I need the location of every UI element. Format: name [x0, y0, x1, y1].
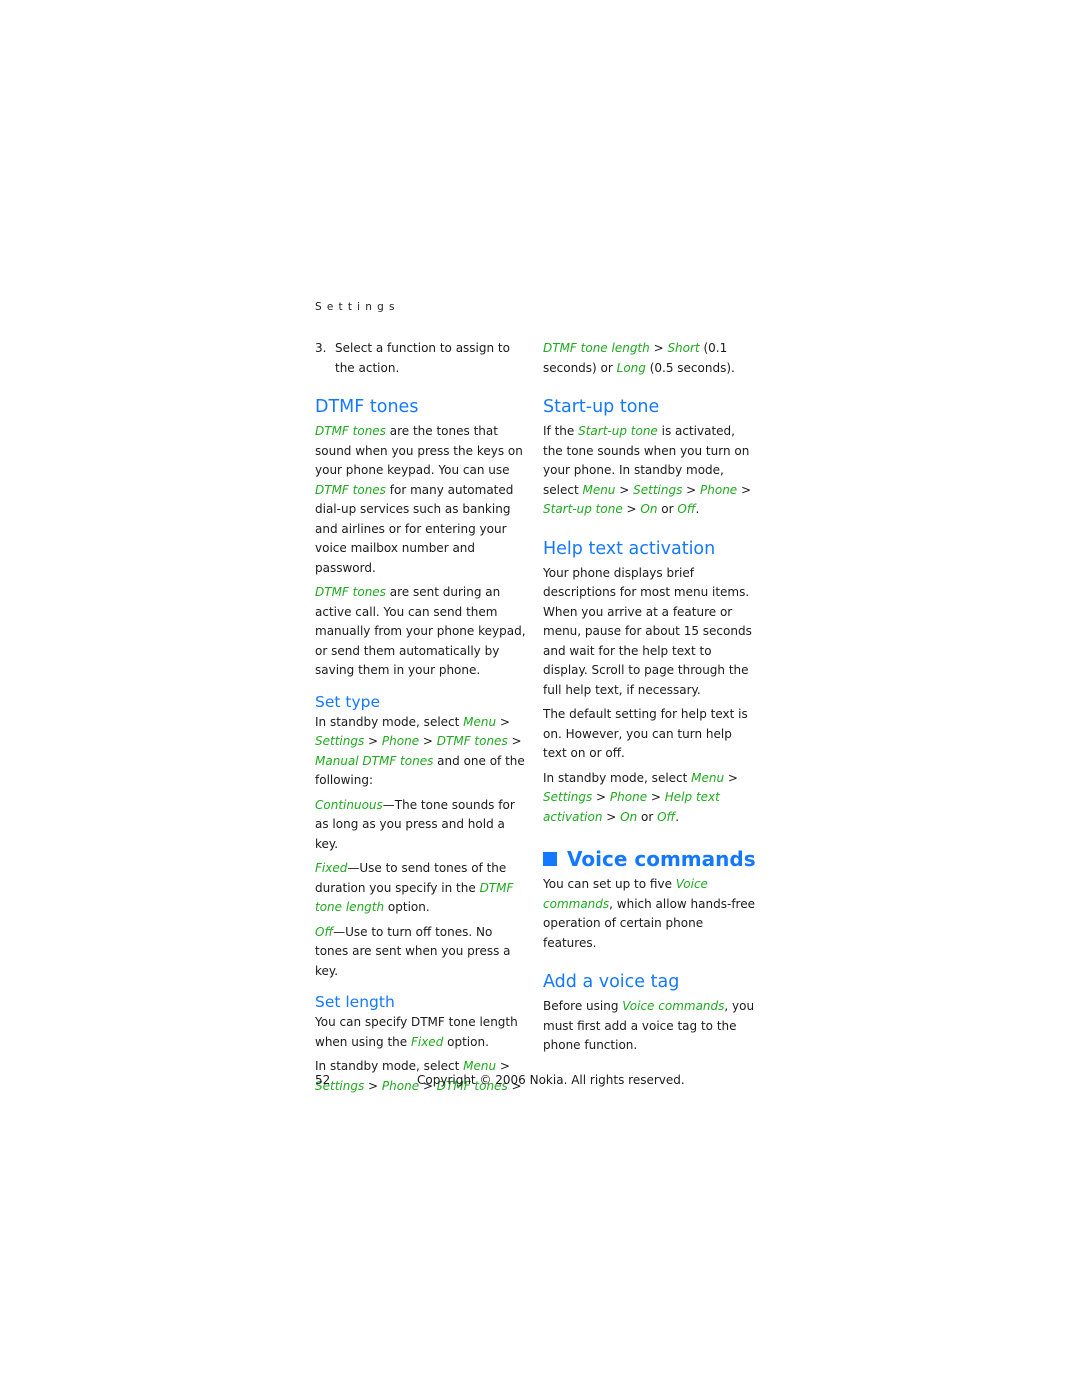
text-run: option. [443, 1034, 489, 1049]
text-run: or [657, 502, 678, 516]
text-run: > [364, 1078, 382, 1093]
step-text: Select a function to assign to the actio… [335, 341, 510, 375]
menu-term: Settings [315, 734, 365, 748]
option-fixed: Fixed—Use to send tones of the duration … [315, 859, 529, 918]
step-number: 3. [315, 341, 327, 355]
start-up-tone-paragraph: If the Start-up tone is activated, the t… [543, 422, 757, 520]
menu-term: Fixed [410, 1034, 444, 1049]
menu-term: On [620, 809, 638, 824]
menu-term: Phone [700, 482, 738, 497]
text-run: > [496, 714, 510, 729]
voice-commands-paragraph: You can set up to five Voice commands, w… [543, 875, 757, 953]
menu-term: Short [667, 341, 700, 355]
help-text-heading: Help text activation [543, 538, 716, 559]
text-run: or [637, 809, 658, 824]
help-text-paragraph-1: Your phone displays brief descriptions f… [543, 565, 752, 697]
text-run: > [647, 790, 665, 804]
text-run: > [649, 341, 668, 355]
option-continuous: Continuous—The tone sounds for as long a… [315, 796, 529, 855]
menu-term: Manual DTMF tones [315, 753, 434, 768]
copyright: Copyright © 2006 Nokia. All rights reser… [417, 1073, 685, 1087]
tone-length-continuation: DTMF tone length > Short (0.1 seconds) o… [543, 339, 757, 378]
start-up-tone-heading: Start-up tone [543, 397, 660, 417]
dtmf-paragraph-1: DTMF tones are the tones that sound when… [315, 422, 529, 578]
menu-term: Off [315, 924, 334, 939]
set-type-heading: Set type [315, 692, 381, 711]
menu-term: DTMF tones [436, 734, 508, 748]
menu-term: Phone [609, 790, 648, 804]
text-run: In standby mode, select [315, 1059, 464, 1073]
set-type-path: In standby mode, select Menu > Settings … [315, 713, 529, 791]
menu-term: Off [677, 502, 696, 516]
menu-term: DTMF tones [315, 482, 386, 497]
text-run: —Use to turn off tones. No tones are sen… [315, 924, 511, 978]
section-square-icon [543, 852, 557, 866]
help-text-path: In standby mode, select Menu > Settings … [543, 769, 757, 828]
text-run: (0.5 seconds). [645, 360, 735, 375]
text-run: > [496, 1059, 510, 1073]
page-number: 52 [315, 1073, 331, 1087]
menu-term: Settings [543, 790, 593, 804]
menu-term: DTMF tone length [543, 341, 650, 355]
text-run: > [737, 482, 752, 497]
running-head: Settings [315, 301, 400, 313]
voice-commands-heading: Voice commands [543, 847, 757, 871]
menu-term: Start-up tone [543, 502, 623, 516]
menu-term: Continuous [315, 797, 383, 812]
set-length-heading: Set length [315, 993, 395, 1011]
dtmf-paragraph-2: DTMF tones are sent during an active cal… [315, 583, 529, 681]
left-column: 3. Select a function to assign to the ac… [315, 339, 529, 1101]
menu-term: Menu [582, 482, 616, 497]
menu-term: Long [616, 360, 646, 375]
text-run: > [724, 770, 738, 785]
menu-term: DTMF tones [315, 424, 386, 438]
voice-commands-title: Voice commands [567, 847, 756, 871]
menu-term: Menu [691, 770, 725, 785]
text-run: . [675, 809, 680, 824]
right-column: DTMF tone length > Short (0.1 seconds) o… [543, 339, 757, 1061]
text-run: option. [384, 900, 430, 914]
text-run: > [507, 734, 522, 748]
text-run: If the [543, 424, 579, 438]
text-run: You can set up to five [543, 877, 676, 891]
option-off: Off—Use to turn off tones. No tones are … [315, 923, 529, 982]
step-3: 3. Select a function to assign to the ac… [315, 339, 529, 378]
text-run: > [615, 482, 634, 497]
menu-term: DTMF tones [315, 585, 386, 599]
text-run: Before using [543, 999, 623, 1013]
help-text-paragraph-2: The default setting for help text is on.… [543, 707, 748, 760]
text-run: In standby mode, select [315, 714, 464, 729]
add-voice-tag-paragraph: Before using Voice commands, you must fi… [543, 997, 757, 1056]
menu-term: Fixed [315, 861, 348, 875]
dtmf-tones-heading: DTMF tones [315, 397, 419, 417]
menu-term: Off [657, 809, 676, 824]
menu-term: Voice commands [622, 999, 725, 1013]
menu-term: Start-up tone [578, 424, 658, 438]
text-run: > [592, 790, 610, 804]
text-run: > [364, 734, 382, 748]
text-run: In standby mode, select [543, 770, 692, 785]
menu-term: Menu [463, 1059, 497, 1073]
set-length-paragraph: You can specify DTMF tone length when us… [315, 1013, 529, 1052]
text-run: > [419, 734, 437, 748]
menu-term: On [640, 502, 658, 516]
menu-term: Menu [463, 714, 497, 729]
menu-term: Settings [633, 482, 683, 497]
text-run: . [695, 502, 700, 516]
text-run: > [682, 482, 701, 497]
add-voice-tag-heading: Add a voice tag [543, 972, 680, 992]
text-run: > [622, 502, 641, 516]
text-run: > [602, 809, 621, 824]
menu-term: Phone [381, 734, 420, 748]
menu-term: Phone [381, 1078, 420, 1093]
